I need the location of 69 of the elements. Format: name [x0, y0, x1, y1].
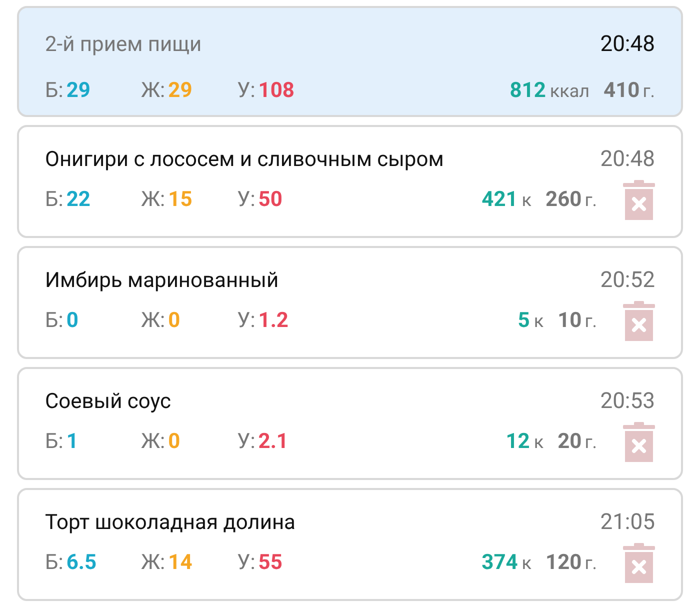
calories-unit: к [534, 310, 544, 332]
calories-value: 5 [518, 309, 530, 333]
food-name: Онигири с лососем и сливочным сыром [45, 148, 444, 172]
weight-unit: г. [584, 310, 597, 332]
food-time: 20:48 [600, 147, 655, 172]
macro-label: Б: [45, 79, 64, 103]
food-item-card[interactable]: Онигири с лососем и сливочным сыром 20:48 Б:22 Ж:15 У:50 421 к 260 г. [17, 125, 683, 238]
weight-unit: г. [642, 80, 655, 102]
calories-unit: ккал [550, 80, 590, 102]
macro-value: 29 [168, 79, 192, 103]
weight-value: 410 [604, 79, 640, 103]
weight-value: 20 [558, 430, 582, 454]
macro-label: Б: [45, 551, 64, 575]
macro-value: 6.5 [66, 551, 97, 575]
macro-value: 108 [258, 79, 294, 103]
macro-value: 1 [66, 430, 78, 454]
food-item-card[interactable]: Соевый соус 20:53 Б:1 Ж:0 У:2.1 12 к 20 г. [17, 367, 683, 480]
macro-label: У: [237, 79, 256, 103]
meal-title: 2-й прием пищи [45, 33, 202, 57]
macro-label: Б: [45, 430, 64, 454]
delete-icon[interactable] [623, 543, 655, 583]
weight-value: 120 [546, 551, 582, 575]
macro-label: Б: [45, 309, 64, 333]
macro-value: 29 [66, 79, 90, 103]
macro-value: 0 [168, 430, 180, 454]
macro-value: 22 [66, 188, 90, 212]
weight-value: 260 [546, 188, 582, 212]
delete-icon[interactable] [623, 180, 655, 220]
calories-unit: к [522, 190, 532, 210]
weight-unit: г. [584, 432, 597, 452]
delete-icon[interactable] [623, 301, 655, 341]
macro-value: 15 [168, 188, 192, 212]
weight-unit: г. [584, 552, 597, 574]
macro-label: У: [237, 551, 256, 575]
macro-value: 14 [168, 551, 192, 575]
food-time: 20:52 [600, 268, 655, 293]
macro-label: Б: [45, 188, 64, 212]
food-item-card[interactable]: Торт шоколадная долина 21:05 Б:6.5 Ж:14 У:55 374 к 120 г. [17, 488, 683, 601]
macro-label: У: [237, 188, 256, 212]
meal-time: 20:48 [600, 32, 655, 57]
calories-value: 374 [482, 551, 518, 575]
delete-icon[interactable] [623, 422, 655, 462]
macro-value: 0 [168, 309, 180, 333]
food-item-card[interactable]: Имбирь маринованный 20:52 Б:0 Ж:0 У:1.2 5 к 10 г. [17, 246, 683, 359]
macro-value: 50 [258, 188, 282, 212]
calories-unit: к [534, 432, 544, 452]
food-time: 20:53 [600, 389, 655, 414]
calories-value: 12 [506, 430, 530, 454]
macro-value: 2.1 [258, 430, 288, 454]
food-name: Торт шоколадная долина [45, 511, 296, 535]
food-name: Имбирь маринованный [45, 269, 279, 293]
meal-summary-card[interactable]: 2-й прием пищи 20:48 Б:29 Ж:29 У:108 812 ккал 410 г. [17, 6, 683, 117]
food-time: 21:05 [600, 510, 655, 535]
macro-value: 1.2 [258, 309, 288, 333]
macro-label: У: [237, 430, 256, 454]
weight-unit: г. [584, 190, 597, 210]
macro-label: Ж: [141, 430, 166, 454]
macro-label: Ж: [141, 79, 166, 103]
macro-label: Ж: [141, 309, 166, 333]
food-name: Соевый соус [45, 390, 172, 414]
macro-value: 55 [258, 551, 282, 575]
macro-label: У: [237, 309, 256, 333]
macro-label: Ж: [141, 551, 166, 575]
macro-value: 0 [66, 309, 78, 333]
calories-value: 812 [510, 79, 546, 103]
weight-value: 10 [558, 309, 582, 333]
calories-value: 421 [482, 188, 518, 212]
macro-label: Ж: [141, 188, 166, 212]
calories-unit: к [522, 552, 532, 574]
